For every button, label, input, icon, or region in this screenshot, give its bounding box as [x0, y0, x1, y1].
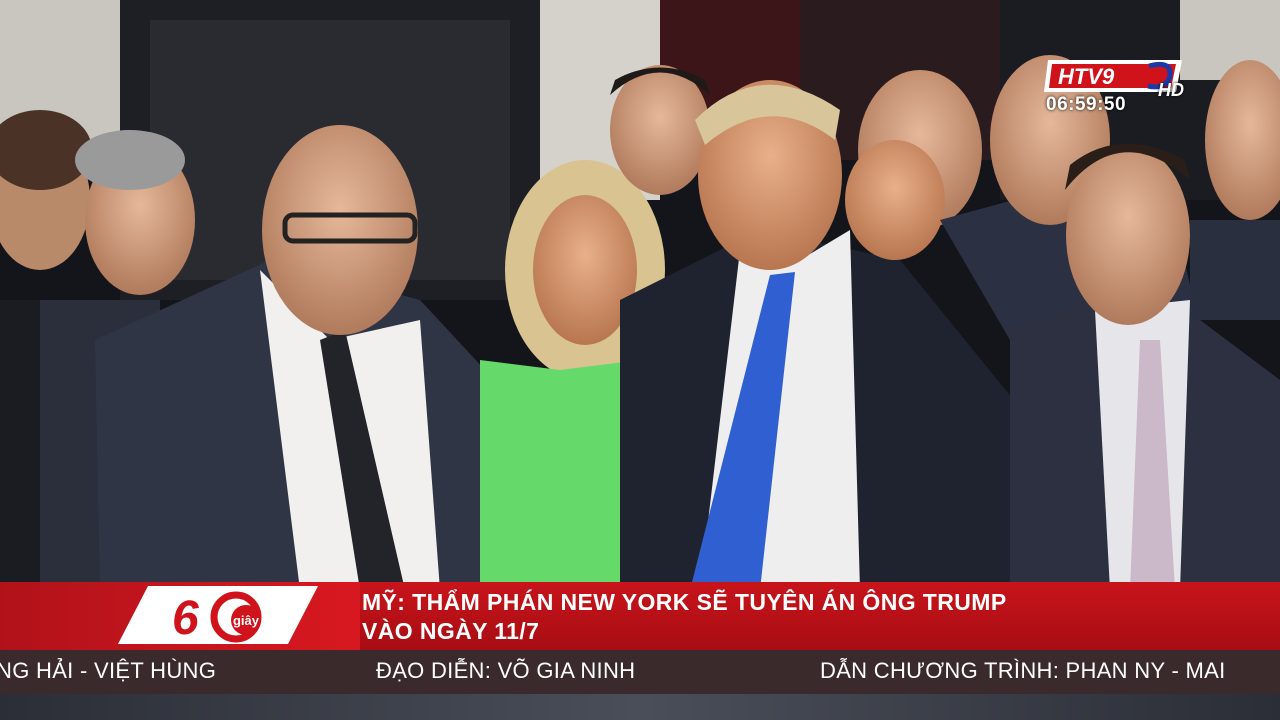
program-badge-60-giay: 6 giây [118, 586, 318, 645]
credits-ticker: NG HẢI - VIỆT HÙNG ĐẠO DIỄN: VÕ GIA NINH… [0, 650, 1280, 694]
headline-text: MỸ: THẨM PHÁN NEW YORK SẼ TUYÊN ÁN ÔNG T… [362, 588, 1007, 646]
headline-line-1: MỸ: THẨM PHÁN NEW YORK SẼ TUYÊN ÁN ÔNG T… [362, 589, 1007, 615]
broadcast-clock: 06:59:50 [1046, 94, 1127, 115]
bottom-strip [0, 694, 1280, 720]
svg-text:6: 6 [172, 592, 199, 645]
svg-text:HTV9: HTV9 [1058, 64, 1115, 89]
headline-line-2: VÀO NGÀY 11/7 [362, 618, 540, 644]
ticker-item: NG HẢI - VIỆT HÙNG [0, 658, 217, 683]
hd-label: HD [1158, 80, 1184, 100]
ticker-item: ĐẠO DIỄN: VÕ GIA NINH [376, 658, 636, 683]
badge-unit: giây [233, 613, 260, 628]
ticker-item: DẪN CHƯƠNG TRÌNH: PHAN NY - MAI [820, 658, 1226, 683]
